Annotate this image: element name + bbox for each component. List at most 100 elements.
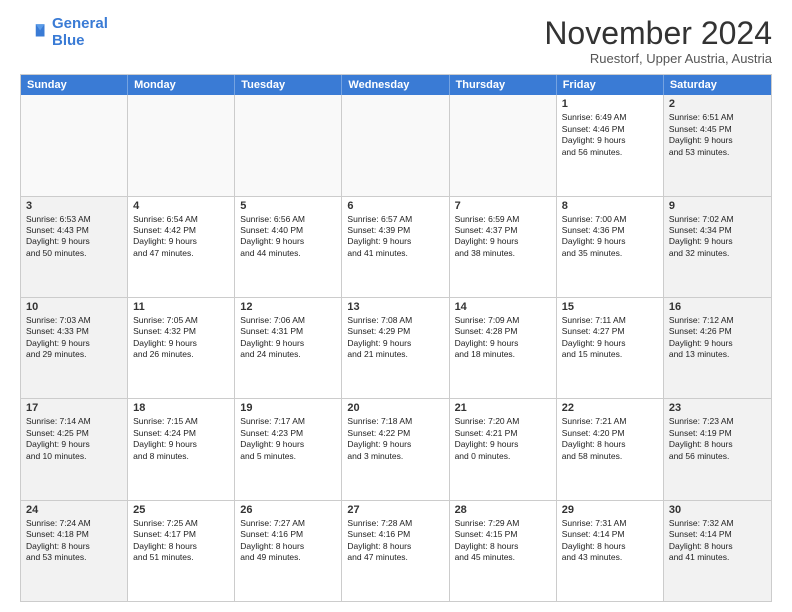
cal-cell: 14 Sunrise: 7:09 AM Sunset: 4:28 PM Dayli… [450, 298, 557, 398]
calendar-header-row: SundayMondayTuesdayWednesdayThursdayFrid… [21, 75, 771, 95]
cal-cell: 12 Sunrise: 7:06 AM Sunset: 4:31 PM Dayli… [235, 298, 342, 398]
cal-header-thursday: Thursday [450, 75, 557, 95]
day-number: 28 [455, 504, 551, 516]
cal-header-saturday: Saturday [664, 75, 771, 95]
day-number: 26 [240, 504, 336, 516]
day-number: 14 [455, 301, 551, 313]
cal-week-1: 3 Sunrise: 6:53 AM Sunset: 4:43 PM Daylig… [21, 196, 771, 297]
month-title: November 2024 [544, 16, 772, 51]
cal-cell: 5Sunrise: 6:56 AM Sunset: 4:40 PM Daylig… [235, 197, 342, 297]
cal-cell: 1Sunrise: 6:49 AM Sunset: 4:46 PM Daylig… [557, 95, 664, 195]
day-details: Sunrise: 7:28 AM Sunset: 4:16 PM Dayligh… [347, 518, 443, 564]
cal-cell: 6 Sunrise: 6:57 AM Sunset: 4:39 PM Daylig… [342, 197, 449, 297]
cal-cell: 17 Sunrise: 7:14 AM Sunset: 4:25 PM Dayli… [21, 399, 128, 499]
day-number: 1 [562, 98, 658, 110]
day-number: 30 [669, 504, 766, 516]
day-details: Sunrise: 7:14 AM Sunset: 4:25 PM Dayligh… [26, 416, 122, 462]
day-number: 10 [26, 301, 122, 313]
cal-cell: 29 Sunrise: 7:31 AM Sunset: 4:14 PM Dayli… [557, 501, 664, 601]
day-details: Sunrise: 6:51 AM Sunset: 4:45 PM Dayligh… [669, 112, 766, 158]
cal-cell: 4Sunrise: 6:54 AM Sunset: 4:42 PM Daylig… [128, 197, 235, 297]
day-number: 4 [133, 200, 229, 212]
cal-cell: 22 Sunrise: 7:21 AM Sunset: 4:20 PM Dayli… [557, 399, 664, 499]
cal-cell [128, 95, 235, 195]
day-details: Sunrise: 7:09 AM Sunset: 4:28 PM Dayligh… [455, 315, 551, 361]
header: General Blue November 2024 Ruestorf, Upp… [20, 16, 772, 66]
cal-cell: 19 Sunrise: 7:17 AM Sunset: 4:23 PM Dayli… [235, 399, 342, 499]
logo-text: General Blue [52, 16, 108, 49]
day-details: Sunrise: 7:08 AM Sunset: 4:29 PM Dayligh… [347, 315, 443, 361]
day-number: 25 [133, 504, 229, 516]
day-details: Sunrise: 6:57 AM Sunset: 4:39 PM Dayligh… [347, 214, 443, 260]
day-number: 9 [669, 200, 766, 212]
day-details: Sunrise: 7:03 AM Sunset: 4:33 PM Dayligh… [26, 315, 122, 361]
day-details: Sunrise: 7:12 AM Sunset: 4:26 PM Dayligh… [669, 315, 766, 361]
cal-cell: 2 Sunrise: 6:51 AM Sunset: 4:45 PM Daylig… [664, 95, 771, 195]
title-block: November 2024 Ruestorf, Upper Austria, A… [544, 16, 772, 66]
day-details: Sunrise: 7:31 AM Sunset: 4:14 PM Dayligh… [562, 518, 658, 564]
cal-cell: 20 Sunrise: 7:18 AM Sunset: 4:22 PM Dayli… [342, 399, 449, 499]
cal-cell [21, 95, 128, 195]
cal-cell: 23 Sunrise: 7:23 AM Sunset: 4:19 PM Dayli… [664, 399, 771, 499]
day-number: 16 [669, 301, 766, 313]
day-details: Sunrise: 7:06 AM Sunset: 4:31 PM Dayligh… [240, 315, 336, 361]
cal-cell [235, 95, 342, 195]
location: Ruestorf, Upper Austria, Austria [544, 51, 772, 66]
cal-cell: 3 Sunrise: 6:53 AM Sunset: 4:43 PM Daylig… [21, 197, 128, 297]
cal-cell: 25 Sunrise: 7:25 AM Sunset: 4:17 PM Dayli… [128, 501, 235, 601]
cal-cell: 11Sunrise: 7:05 AM Sunset: 4:32 PM Dayli… [128, 298, 235, 398]
day-number: 23 [669, 402, 766, 414]
day-details: Sunrise: 7:32 AM Sunset: 4:14 PM Dayligh… [669, 518, 766, 564]
day-number: 11 [133, 301, 229, 313]
cal-header-friday: Friday [557, 75, 664, 95]
cal-week-0: 1Sunrise: 6:49 AM Sunset: 4:46 PM Daylig… [21, 95, 771, 195]
day-number: 17 [26, 402, 122, 414]
day-details: Sunrise: 7:17 AM Sunset: 4:23 PM Dayligh… [240, 416, 336, 462]
day-number: 13 [347, 301, 443, 313]
day-number: 22 [562, 402, 658, 414]
day-number: 18 [133, 402, 229, 414]
cal-cell: 15 Sunrise: 7:11 AM Sunset: 4:27 PM Dayli… [557, 298, 664, 398]
day-details: Sunrise: 7:24 AM Sunset: 4:18 PM Dayligh… [26, 518, 122, 564]
cal-cell: 16 Sunrise: 7:12 AM Sunset: 4:26 PM Dayli… [664, 298, 771, 398]
day-number: 20 [347, 402, 443, 414]
cal-cell: 24Sunrise: 7:24 AM Sunset: 4:18 PM Dayli… [21, 501, 128, 601]
cal-cell: 28 Sunrise: 7:29 AM Sunset: 4:15 PM Dayli… [450, 501, 557, 601]
cal-cell: 10 Sunrise: 7:03 AM Sunset: 4:33 PM Dayli… [21, 298, 128, 398]
day-details: Sunrise: 7:11 AM Sunset: 4:27 PM Dayligh… [562, 315, 658, 361]
day-number: 21 [455, 402, 551, 414]
cal-cell: 8 Sunrise: 7:00 AM Sunset: 4:36 PM Daylig… [557, 197, 664, 297]
logo: General Blue [20, 16, 108, 49]
day-number: 27 [347, 504, 443, 516]
day-details: Sunrise: 7:18 AM Sunset: 4:22 PM Dayligh… [347, 416, 443, 462]
cal-week-2: 10 Sunrise: 7:03 AM Sunset: 4:33 PM Dayli… [21, 297, 771, 398]
day-details: Sunrise: 7:29 AM Sunset: 4:15 PM Dayligh… [455, 518, 551, 564]
logo-general: General [52, 15, 108, 32]
day-number: 3 [26, 200, 122, 212]
cal-week-3: 17 Sunrise: 7:14 AM Sunset: 4:25 PM Dayli… [21, 398, 771, 499]
day-details: Sunrise: 7:25 AM Sunset: 4:17 PM Dayligh… [133, 518, 229, 564]
day-number: 12 [240, 301, 336, 313]
day-details: Sunrise: 7:23 AM Sunset: 4:19 PM Dayligh… [669, 416, 766, 462]
day-details: Sunrise: 7:21 AM Sunset: 4:20 PM Dayligh… [562, 416, 658, 462]
cal-header-sunday: Sunday [21, 75, 128, 95]
calendar: SundayMondayTuesdayWednesdayThursdayFrid… [20, 74, 772, 602]
day-number: 15 [562, 301, 658, 313]
cal-header-wednesday: Wednesday [342, 75, 449, 95]
day-details: Sunrise: 7:00 AM Sunset: 4:36 PM Dayligh… [562, 214, 658, 260]
day-details: Sunrise: 6:53 AM Sunset: 4:43 PM Dayligh… [26, 214, 122, 260]
day-number: 8 [562, 200, 658, 212]
cal-header-monday: Monday [128, 75, 235, 95]
cal-cell: 9Sunrise: 7:02 AM Sunset: 4:34 PM Daylig… [664, 197, 771, 297]
day-number: 2 [669, 98, 766, 110]
day-details: Sunrise: 6:56 AM Sunset: 4:40 PM Dayligh… [240, 214, 336, 260]
cal-cell: 13 Sunrise: 7:08 AM Sunset: 4:29 PM Dayli… [342, 298, 449, 398]
day-number: 29 [562, 504, 658, 516]
day-number: 6 [347, 200, 443, 212]
day-details: Sunrise: 7:15 AM Sunset: 4:24 PM Dayligh… [133, 416, 229, 462]
cal-cell: 18 Sunrise: 7:15 AM Sunset: 4:24 PM Dayli… [128, 399, 235, 499]
day-number: 19 [240, 402, 336, 414]
cal-cell: 30 Sunrise: 7:32 AM Sunset: 4:14 PM Dayli… [664, 501, 771, 601]
calendar-body: 1Sunrise: 6:49 AM Sunset: 4:46 PM Daylig… [21, 95, 771, 601]
cal-week-4: 24Sunrise: 7:24 AM Sunset: 4:18 PM Dayli… [21, 500, 771, 601]
